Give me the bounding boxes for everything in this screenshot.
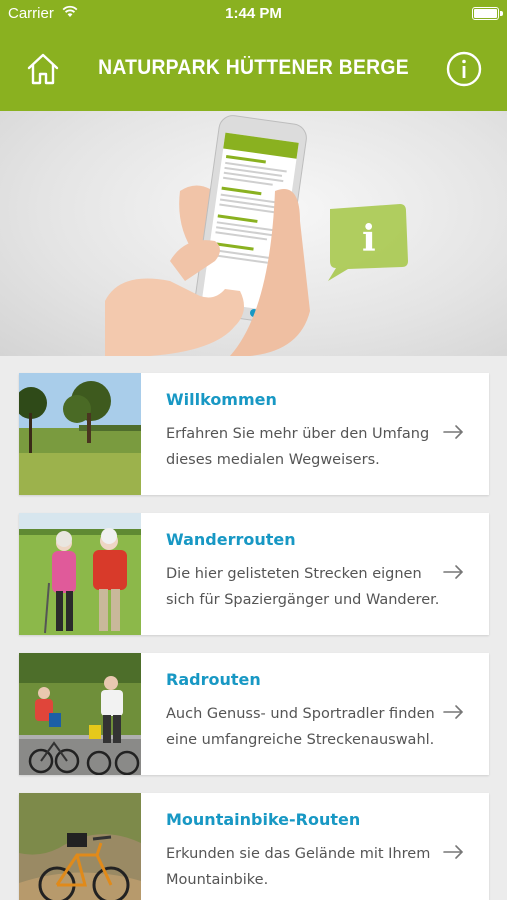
arrow-right-icon — [443, 705, 464, 719]
status-bar: Carrier 1:44 PM — [0, 0, 507, 26]
card-description-line: Erkunden sie das Gelände mit Ihrem — [166, 846, 431, 862]
wanderrouten-thumbnail — [19, 513, 141, 635]
card-title: Mountainbike-Routen — [166, 810, 361, 829]
card-description-line: Erfahren Sie mehr über den Umfang — [166, 426, 430, 442]
battery-icon — [472, 7, 503, 20]
card-title: Willkommen — [166, 390, 277, 409]
card-title: Wanderrouten — [166, 530, 296, 549]
card-description: Erfahren Sie mehr über den Umfang dieses… — [166, 421, 451, 473]
willkommen-thumbnail — [19, 373, 141, 495]
card-description-line: eine umfangreiche Streckenauswahl. — [166, 732, 435, 748]
menu-card-mountainbike[interactable]: Mountainbike-Routen Erkunden sie das Gel… — [19, 793, 489, 900]
hero-banner: i — [0, 111, 507, 356]
page-title: NATURPARK HÜTTENER BERGE — [98, 56, 409, 79]
info-button[interactable] — [444, 49, 484, 89]
menu-card-willkommen[interactable]: Willkommen Erfahren Sie mehr über den Um… — [19, 373, 489, 495]
card-description-line: Auch Genuss- und Sportradler finden — [166, 706, 435, 722]
status-time: 1:44 PM — [225, 5, 282, 22]
menu-card-wanderrouten[interactable]: Wanderrouten Die hier gelisteten Strecke… — [19, 513, 489, 635]
card-description-line: sich für Spaziergänger und Wanderer. — [166, 592, 440, 608]
card-description-line: Mountainbike. — [166, 872, 269, 888]
card-description-line: dieses medialen Wegweisers. — [166, 452, 380, 468]
radrouten-thumbnail — [19, 653, 141, 775]
info-icon — [446, 51, 482, 87]
speech-bubble-letter: i — [362, 218, 376, 260]
card-description-line: Die hier gelisteten Strecken eignen — [166, 566, 422, 582]
card-description: Die hier gelisteten Strecken eignen sich… — [166, 561, 451, 613]
card-description: Erkunden sie das Gelände mit Ihrem Mount… — [166, 841, 451, 893]
arrow-right-icon — [443, 425, 464, 439]
card-title: Radrouten — [166, 670, 261, 689]
card-description: Auch Genuss- und Sportradler finden eine… — [166, 701, 451, 753]
arrow-right-icon — [443, 845, 464, 859]
app-header: Carrier 1:44 PM NATURPARK HÜTTENER BERGE — [0, 0, 507, 111]
mountainbike-thumbnail — [19, 793, 141, 900]
menu-card-radrouten[interactable]: Radrouten Auch Genuss- und Sportradler f… — [19, 653, 489, 775]
info-speech-bubble: i — [328, 204, 408, 281]
arrow-right-icon — [443, 565, 464, 579]
hero-image: i — [105, 115, 408, 356]
